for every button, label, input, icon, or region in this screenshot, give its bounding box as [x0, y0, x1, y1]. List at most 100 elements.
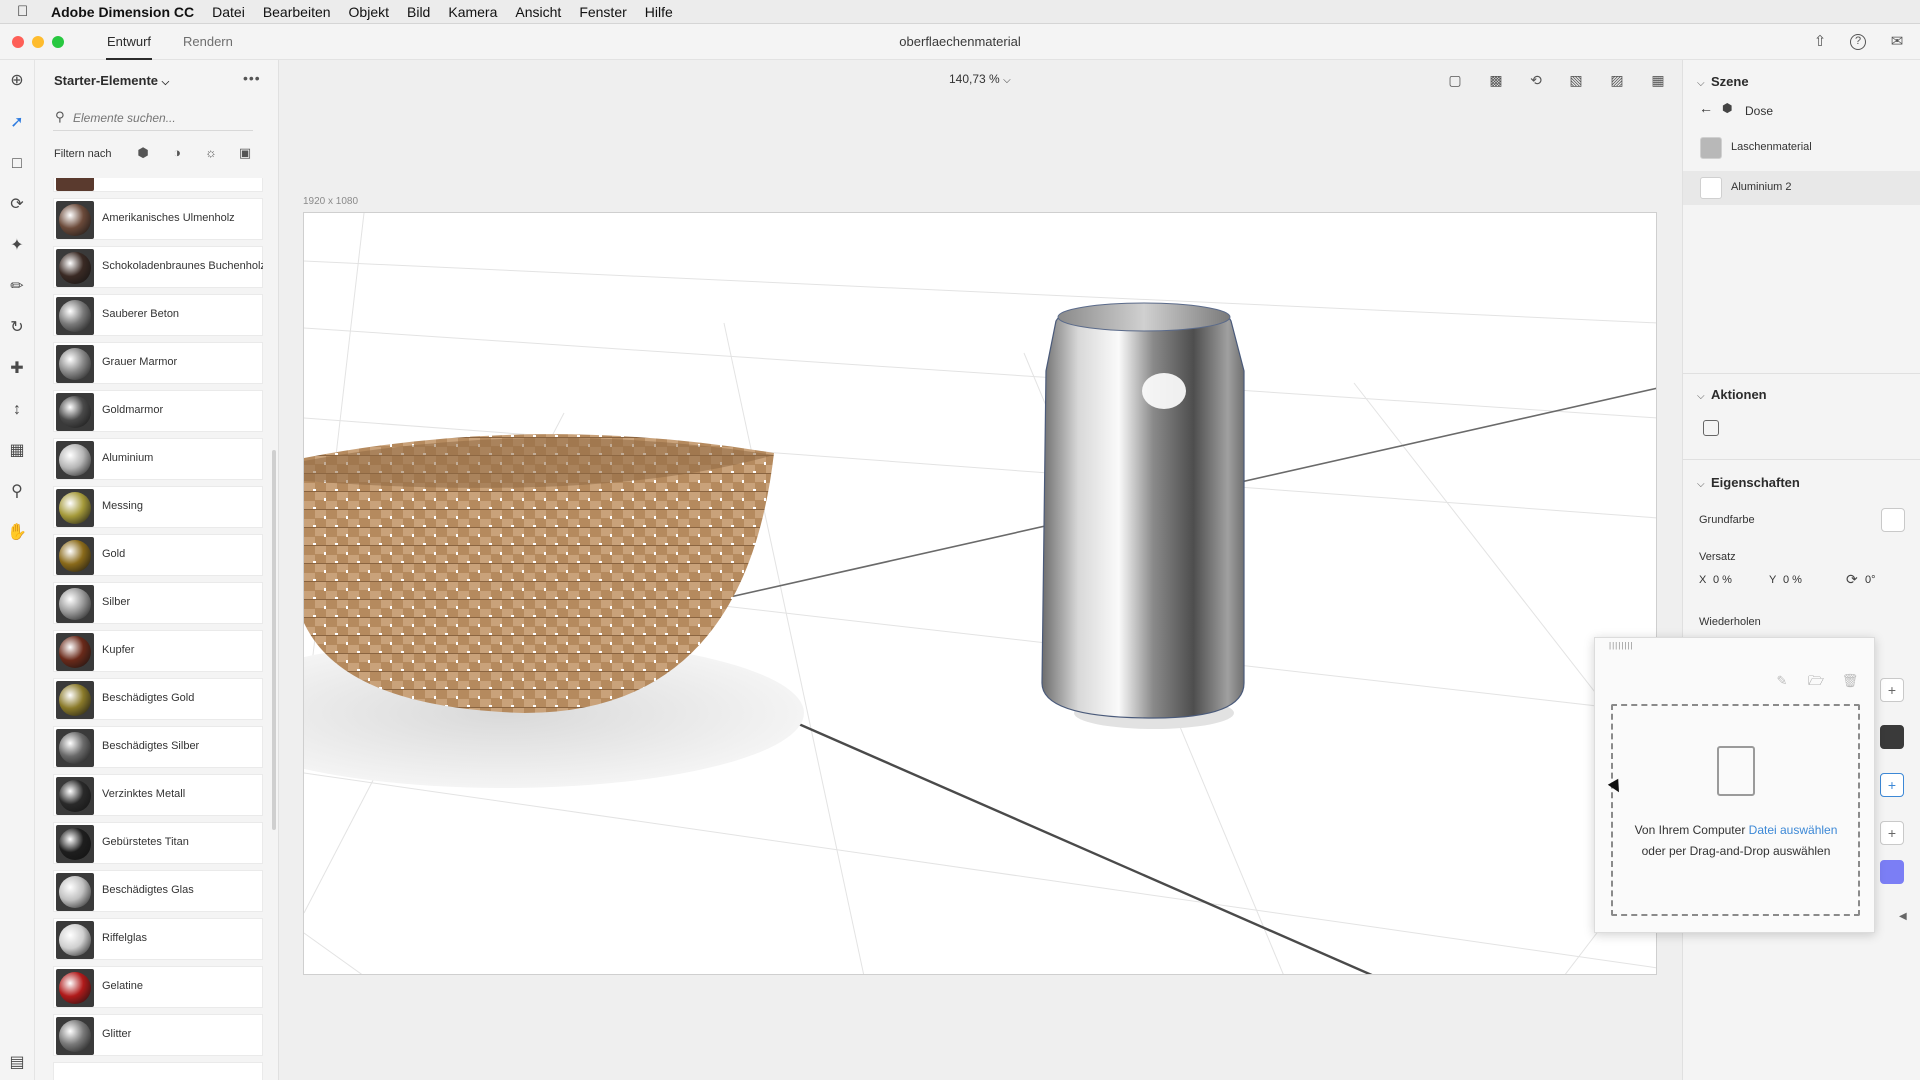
asset-item[interactable]: Silber [53, 582, 263, 624]
menu-app-name[interactable]: Adobe Dimension CC [51, 4, 194, 20]
menu-hilfe[interactable]: Hilfe [645, 4, 673, 20]
asset-item[interactable]: Amerikanisches Ulmenholz [53, 198, 263, 240]
assets-title[interactable]: Starter-Elemente ⌵ [54, 73, 169, 88]
image-file-icon [1717, 746, 1755, 796]
rotation-value[interactable]: 0° [1865, 574, 1876, 586]
asset-list-scrollbar[interactable] [272, 450, 276, 830]
camera-frame-icon[interactable]: ▩ [1486, 70, 1506, 90]
menu-kamera[interactable]: Kamera [448, 4, 497, 20]
scene-section-header[interactable]: ⌵ Szene [1697, 74, 1749, 89]
asset-item[interactable]: Beschädigtes Silber [53, 726, 263, 768]
asset-item[interactable]: Grauer Marmor [53, 342, 263, 384]
asset-item[interactable]: Gold [53, 534, 263, 576]
asset-item[interactable]: Aluminium [53, 438, 263, 480]
add-texture-button[interactable]: + [1880, 821, 1904, 845]
camera-orbit-icon[interactable]: ⟲ [1526, 70, 1546, 90]
menu-bearbeiten[interactable]: Bearbeiten [263, 4, 331, 20]
dark-color-swatch[interactable] [1880, 725, 1904, 749]
actions-section-header[interactable]: ⌵ Aktionen [1697, 387, 1767, 402]
asset-item[interactable]: Gelatine [53, 966, 263, 1008]
asset-item[interactable]: Messing [53, 486, 263, 528]
purple-color-swatch[interactable] [1880, 860, 1904, 884]
filter-models-icon[interactable]: ⬢ [134, 144, 152, 162]
material-sphere [59, 396, 91, 428]
panel-toggle-icon[interactable]: ▤ [6, 1052, 28, 1074]
drag-handle[interactable]: |||||||| [1609, 641, 1634, 650]
menu-datei[interactable]: Datei [212, 4, 245, 20]
breadcrumb-dose[interactable]: Dose [1745, 104, 1773, 118]
layer-row-aluminium-2[interactable]: Aluminium 2 [1683, 171, 1920, 205]
asset-item[interactable]: Verzinktes Metall [53, 774, 263, 816]
feedback-icon[interactable]: ✉ [1887, 32, 1907, 52]
menu-bild[interactable]: Bild [407, 4, 430, 20]
apple-icon[interactable]:  [17, 3, 37, 20]
asset-item[interactable]: Beschädigtes Glas [53, 870, 263, 912]
tab-entwurf[interactable]: Entwurf [106, 24, 152, 60]
properties-section-header[interactable]: ⌵ Eigenschaften [1697, 475, 1800, 490]
frame-icon[interactable]: ▢ [1445, 70, 1465, 90]
minimize-window-button[interactable] [32, 36, 44, 48]
tab-rendern[interactable]: Rendern [183, 24, 233, 60]
3d-viewport[interactable] [303, 212, 1657, 975]
material-sphere [59, 348, 91, 380]
choose-file-link[interactable]: Datei auswählen [1749, 823, 1838, 837]
eyedropper-icon[interactable]: ✏ [6, 276, 28, 298]
offset-x-value[interactable]: 0 % [1713, 574, 1732, 586]
offset-y-value[interactable]: 0 % [1783, 574, 1802, 586]
menu-objekt[interactable]: Objekt [349, 4, 389, 20]
menu-fenster[interactable]: Fenster [579, 4, 626, 20]
chevron-left-icon[interactable]: ◀ [1899, 911, 1907, 922]
folder-icon[interactable]: 🗁 [1807, 672, 1825, 690]
orbit-tool-icon[interactable]: ↻ [6, 317, 28, 339]
more-options-icon[interactable]: ••• [243, 70, 261, 86]
material-thumbnail [56, 297, 94, 335]
asset-item-partial[interactable] [53, 178, 263, 192]
close-window-button[interactable] [12, 36, 24, 48]
zoom-window-button[interactable] [52, 36, 64, 48]
camera-dolly-icon[interactable]: ▨ [1607, 70, 1627, 90]
asset-label: Beschädigtes Silber [102, 740, 200, 752]
asset-item[interactable]: Beschädigtes Gold [53, 678, 263, 720]
share-icon[interactable]: ⇧ [1810, 32, 1830, 52]
asset-item[interactable]: Kupfer [53, 630, 263, 672]
asset-item[interactable]: Gebürstetes Titan [53, 822, 263, 864]
search-input[interactable] [73, 108, 248, 128]
rotate-icon[interactable]: ⟳ [1846, 571, 1858, 588]
dolly-tool-icon[interactable]: ↕ [6, 399, 28, 421]
zoom-tool-icon[interactable]: ⚲ [6, 481, 28, 503]
hand-tool-icon[interactable]: ✋ [6, 522, 28, 544]
rotate-tool-icon[interactable]: ⟳ [6, 194, 28, 216]
magic-wand-icon[interactable]: ✦ [6, 235, 28, 257]
menu-ansicht[interactable]: Ansicht [515, 4, 561, 20]
asset-item[interactable]: Riffelglas [53, 918, 263, 960]
add-content-icon[interactable]: ⊕ [6, 70, 28, 92]
filter-lights-icon[interactable]: ☼ [202, 144, 220, 162]
material-thumbnail [56, 1017, 94, 1055]
asset-item[interactable]: Glitter [53, 1014, 263, 1056]
asset-item[interactable]: Schokoladenbraunes Buchenholz [53, 246, 263, 288]
back-arrow-icon[interactable]: ← [1699, 100, 1713, 116]
asset-item-partial[interactable] [53, 1062, 263, 1080]
add-texture-button[interactable]: + [1880, 678, 1904, 702]
layer-row-laschenmaterial[interactable]: Laschenmaterial [1683, 131, 1920, 165]
horizon-tool-icon[interactable]: ▦ [6, 440, 28, 462]
move-tool-icon[interactable]: □ [6, 153, 28, 175]
pencil-icon[interactable]: ✎ [1773, 672, 1791, 690]
zoom-control[interactable]: 140,73 % ⌵ [949, 72, 1011, 86]
filter-materials-icon[interactable]: ◑ [168, 144, 186, 162]
base-color-swatch[interactable] [1881, 508, 1905, 532]
asset-item[interactable]: Sauberer Beton [53, 294, 263, 336]
select-tool-icon[interactable]: ➚ [6, 112, 28, 134]
add-texture-button-active[interactable]: + [1880, 773, 1904, 797]
camera-pan-icon[interactable]: ▧ [1566, 70, 1586, 90]
trash-icon[interactable]: 🗑 [1841, 672, 1859, 690]
help-icon[interactable]: ? [1850, 34, 1866, 50]
render-preview-icon[interactable]: ▦ [1648, 70, 1668, 90]
action-icon[interactable] [1703, 420, 1719, 436]
material-sphere [59, 780, 91, 812]
pan-tool-icon[interactable]: ✚ [6, 358, 28, 380]
filter-images-icon[interactable]: ▣ [236, 144, 254, 162]
drop-zone[interactable]: Von Ihrem Computer Datei auswählen oder … [1611, 704, 1860, 916]
aluminium-can[interactable] [1041, 304, 1245, 719]
asset-item[interactable]: Goldmarmor [53, 390, 263, 432]
